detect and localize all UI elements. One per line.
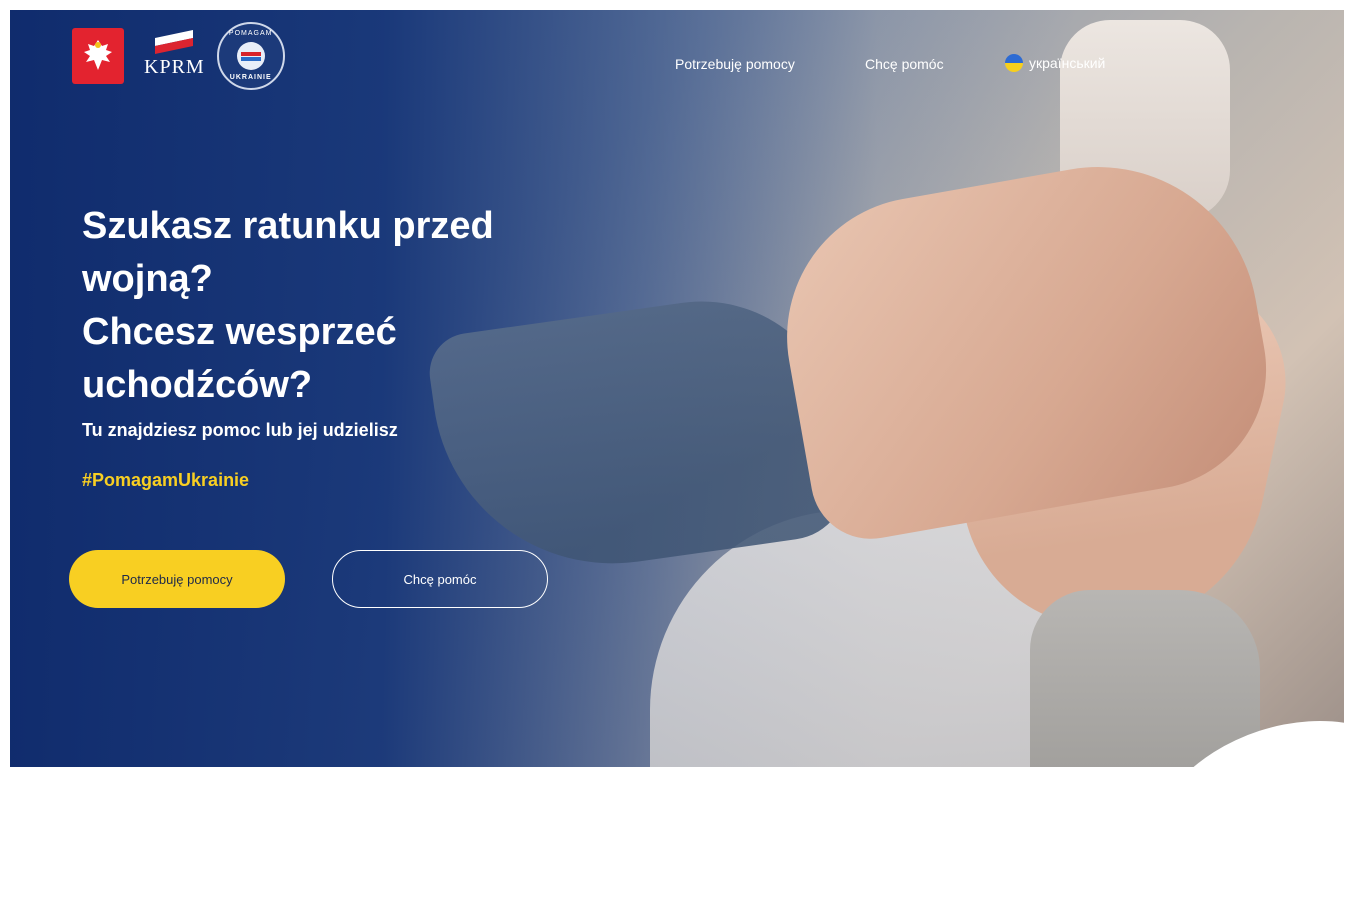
need-help-button[interactable]: Potrzebuję pomocy bbox=[69, 550, 285, 608]
polish-emblem-logo[interactable] bbox=[72, 28, 124, 84]
background-photo-sleeve bbox=[1030, 590, 1260, 767]
language-switcher[interactable]: український bbox=[1005, 54, 1105, 72]
kprm-logo[interactable]: KPRM bbox=[144, 29, 205, 79]
ukraine-flag-icon bbox=[1005, 54, 1023, 72]
hero-subtitle: Tu znajdziesz pomoc lub jej udzielisz bbox=[82, 420, 398, 440]
hero-title-line: Chcesz wesprzeć bbox=[82, 311, 397, 353]
hero-title-line: wojną? bbox=[82, 258, 213, 300]
nav-want-help-link[interactable]: Chcę pomóc bbox=[865, 56, 944, 72]
hero-title-line: uchodźców? bbox=[82, 364, 313, 406]
hashtag-text: #PomagamUkrainie bbox=[82, 470, 250, 490]
badge-text-top: POMAGAM bbox=[228, 30, 273, 37]
header-logos: KPRM POMAGAM UKRAINIE bbox=[72, 22, 285, 90]
hero-title: Szukasz ratunku przed wojną? Chcesz wesp… bbox=[82, 200, 602, 412]
language-label: український bbox=[1029, 55, 1106, 71]
badge-text-bottom: UKRAINIE bbox=[229, 74, 272, 81]
hero-title-line: Szukasz ratunku przed bbox=[82, 205, 494, 247]
kprm-logo-text: KPRM bbox=[144, 55, 205, 78]
want-help-button[interactable]: Chcę pomóc bbox=[332, 550, 548, 608]
pomagam-ukrainie-badge[interactable]: POMAGAM UKRAINIE bbox=[216, 22, 285, 90]
polish-flag-icon bbox=[155, 29, 194, 54]
nav-need-help-link[interactable]: Potrzebuję pomocy bbox=[675, 56, 795, 72]
